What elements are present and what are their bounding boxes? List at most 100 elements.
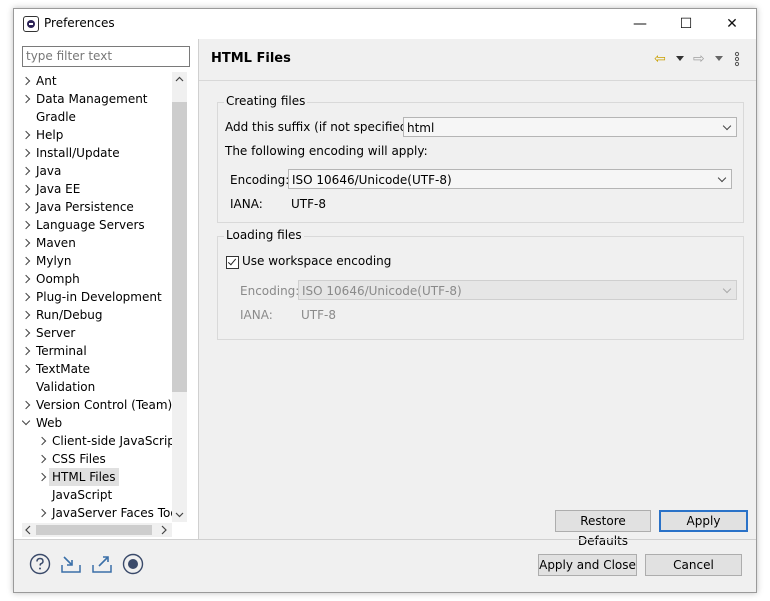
chevron-right-icon[interactable] xyxy=(22,72,32,90)
chevron-right-icon[interactable] xyxy=(38,468,48,486)
chevron-right-icon[interactable] xyxy=(22,126,32,144)
tree-item-label: Java EE xyxy=(36,182,81,196)
encoding-intro-text: The following encoding will apply: xyxy=(225,144,428,158)
tree-item-label: JavaServer Faces Tools xyxy=(52,506,172,520)
scroll-right-icon[interactable] xyxy=(158,523,170,537)
creating-iana-label: IANA: xyxy=(230,197,263,211)
header-separator xyxy=(199,80,756,81)
creating-files-group: Creating files Add this suffix (if not s… xyxy=(217,94,744,223)
record-icon[interactable] xyxy=(122,553,144,575)
tree-item-label: HTML Files xyxy=(49,468,119,486)
scroll-left-icon[interactable] xyxy=(22,523,34,537)
chevron-right-icon[interactable] xyxy=(22,396,32,414)
tree-item-label: CSS Files xyxy=(52,452,106,466)
chevron-right-icon[interactable] xyxy=(22,360,32,378)
tree-item-label: Validation xyxy=(36,380,96,394)
tree-item-label: Language Servers xyxy=(36,218,145,232)
suffix-label: Add this suffix (if not specified): xyxy=(225,120,417,134)
tree-item-label: Oomph xyxy=(36,272,80,286)
loading-encoding-value: ISO 10646/Unicode(UTF-8) xyxy=(302,284,462,298)
chevron-right-icon[interactable] xyxy=(22,270,32,288)
vertical-scroll-thumb[interactable] xyxy=(172,102,187,392)
chevron-right-icon[interactable] xyxy=(22,162,32,180)
tree-item-label: Maven xyxy=(36,236,76,250)
tree-item-label: Mylyn xyxy=(36,254,72,268)
chevron-right-icon[interactable] xyxy=(38,432,48,450)
tree-item-label: Java Persistence xyxy=(36,200,134,214)
chevron-right-icon[interactable] xyxy=(22,198,32,216)
maximize-button[interactable]: ☐ xyxy=(664,11,708,37)
chevron-down-icon[interactable] xyxy=(22,414,32,432)
cancel-button[interactable]: Cancel xyxy=(645,554,742,576)
forward-menu-chevron-icon[interactable] xyxy=(715,56,723,62)
loading-files-title: Loading files xyxy=(224,228,304,242)
tree-vertical-scrollbar[interactable] xyxy=(172,72,187,522)
filter-input[interactable]: type filter text xyxy=(22,46,190,67)
chevron-right-icon[interactable] xyxy=(38,450,48,468)
chevron-right-icon[interactable] xyxy=(22,180,32,198)
forward-arrow-icon[interactable]: ⇨ xyxy=(693,49,705,69)
close-button[interactable]: ✕ xyxy=(710,11,754,37)
tree-item-label: Client-side JavaScript xyxy=(52,434,172,448)
creating-encoding-label: Encoding: xyxy=(230,173,290,187)
preferences-window: Preferences — ☐ ✕ type filter text Ant Da… xyxy=(13,8,757,593)
left-panel: type filter text Ant Data Management Gradl… xyxy=(14,39,198,539)
right-panel: HTML Files ⇦ ⇨ Creating files Add this s… xyxy=(199,39,756,548)
chevron-right-icon[interactable] xyxy=(22,216,32,234)
tree-horizontal-scrollbar[interactable] xyxy=(22,523,172,537)
tree-item-label: Ant xyxy=(36,74,57,88)
minimize-button[interactable]: — xyxy=(618,11,662,37)
suffix-combo[interactable]: html xyxy=(403,117,737,137)
tree-item-label: JavaScript xyxy=(52,488,113,502)
help-icon[interactable] xyxy=(29,553,51,575)
back-menu-chevron-icon[interactable] xyxy=(676,56,684,62)
chevron-right-icon[interactable] xyxy=(22,342,32,360)
chevron-right-icon[interactable] xyxy=(22,90,32,108)
tree-item-label: Version Control (Team) xyxy=(36,398,172,412)
chevron-down-icon xyxy=(722,284,732,294)
creating-encoding-value: ISO 10646/Unicode(UTF-8) xyxy=(292,173,452,187)
chevron-right-icon[interactable] xyxy=(22,252,32,270)
chevron-right-icon[interactable] xyxy=(22,306,32,324)
view-menu-icon[interactable] xyxy=(734,51,740,67)
restore-defaults-button[interactable]: Restore Defaults xyxy=(555,510,651,548)
apply-and-close-button[interactable]: Apply and Close xyxy=(538,554,637,576)
footer-separator xyxy=(14,539,756,540)
loading-encoding-combo[interactable]: ISO 10646/Unicode(UTF-8) xyxy=(298,280,737,300)
loading-encoding-label: Encoding: xyxy=(240,284,300,298)
tree-item-label: Data Management xyxy=(36,92,148,106)
creating-encoding-combo[interactable]: ISO 10646/Unicode(UTF-8) xyxy=(288,169,732,189)
tree-item-label: Terminal xyxy=(36,344,87,358)
chevron-right-icon[interactable] xyxy=(22,288,32,306)
use-workspace-encoding-label[interactable]: Use workspace encoding xyxy=(242,254,391,268)
chevron-right-icon[interactable] xyxy=(22,234,32,252)
tree-item-label: Plug-in Development xyxy=(36,290,162,304)
apply-button[interactable]: Apply xyxy=(659,510,748,532)
tree-item-label: Install/Update xyxy=(36,146,120,160)
preference-tree: Ant Data Management Gradle Help Install/Upda… xyxy=(22,72,172,522)
tree-item-label: Run/Debug xyxy=(36,308,103,322)
chevron-right-icon[interactable] xyxy=(38,504,48,522)
eclipse-app-icon xyxy=(23,16,39,32)
scroll-up-icon[interactable] xyxy=(172,72,187,87)
horizontal-scroll-thumb[interactable] xyxy=(36,525,152,535)
chevron-right-icon[interactable] xyxy=(22,324,32,342)
tree-item-label: Gradle xyxy=(36,110,76,124)
scroll-down-icon[interactable] xyxy=(172,507,187,522)
export-icon[interactable] xyxy=(91,553,113,575)
suffix-value: html xyxy=(407,121,435,135)
import-icon[interactable] xyxy=(60,553,82,575)
loading-files-group: Loading files Use workspace encoding Enc… xyxy=(217,228,744,340)
tree-item-label: Server xyxy=(36,326,76,340)
creating-files-title: Creating files xyxy=(224,94,308,108)
chevron-right-icon[interactable] xyxy=(22,144,32,162)
tree-item-label: Help xyxy=(36,128,64,142)
creating-iana-value: UTF-8 xyxy=(291,197,326,211)
page-title: HTML Files xyxy=(211,51,291,66)
loading-iana-value: UTF-8 xyxy=(301,308,336,322)
use-workspace-encoding-checkbox[interactable] xyxy=(226,256,239,269)
back-arrow-icon[interactable]: ⇦ xyxy=(654,49,666,69)
tree-item-label: TextMate xyxy=(36,362,91,376)
tree-item-label: Web xyxy=(36,416,63,430)
chevron-down-icon xyxy=(717,173,727,183)
